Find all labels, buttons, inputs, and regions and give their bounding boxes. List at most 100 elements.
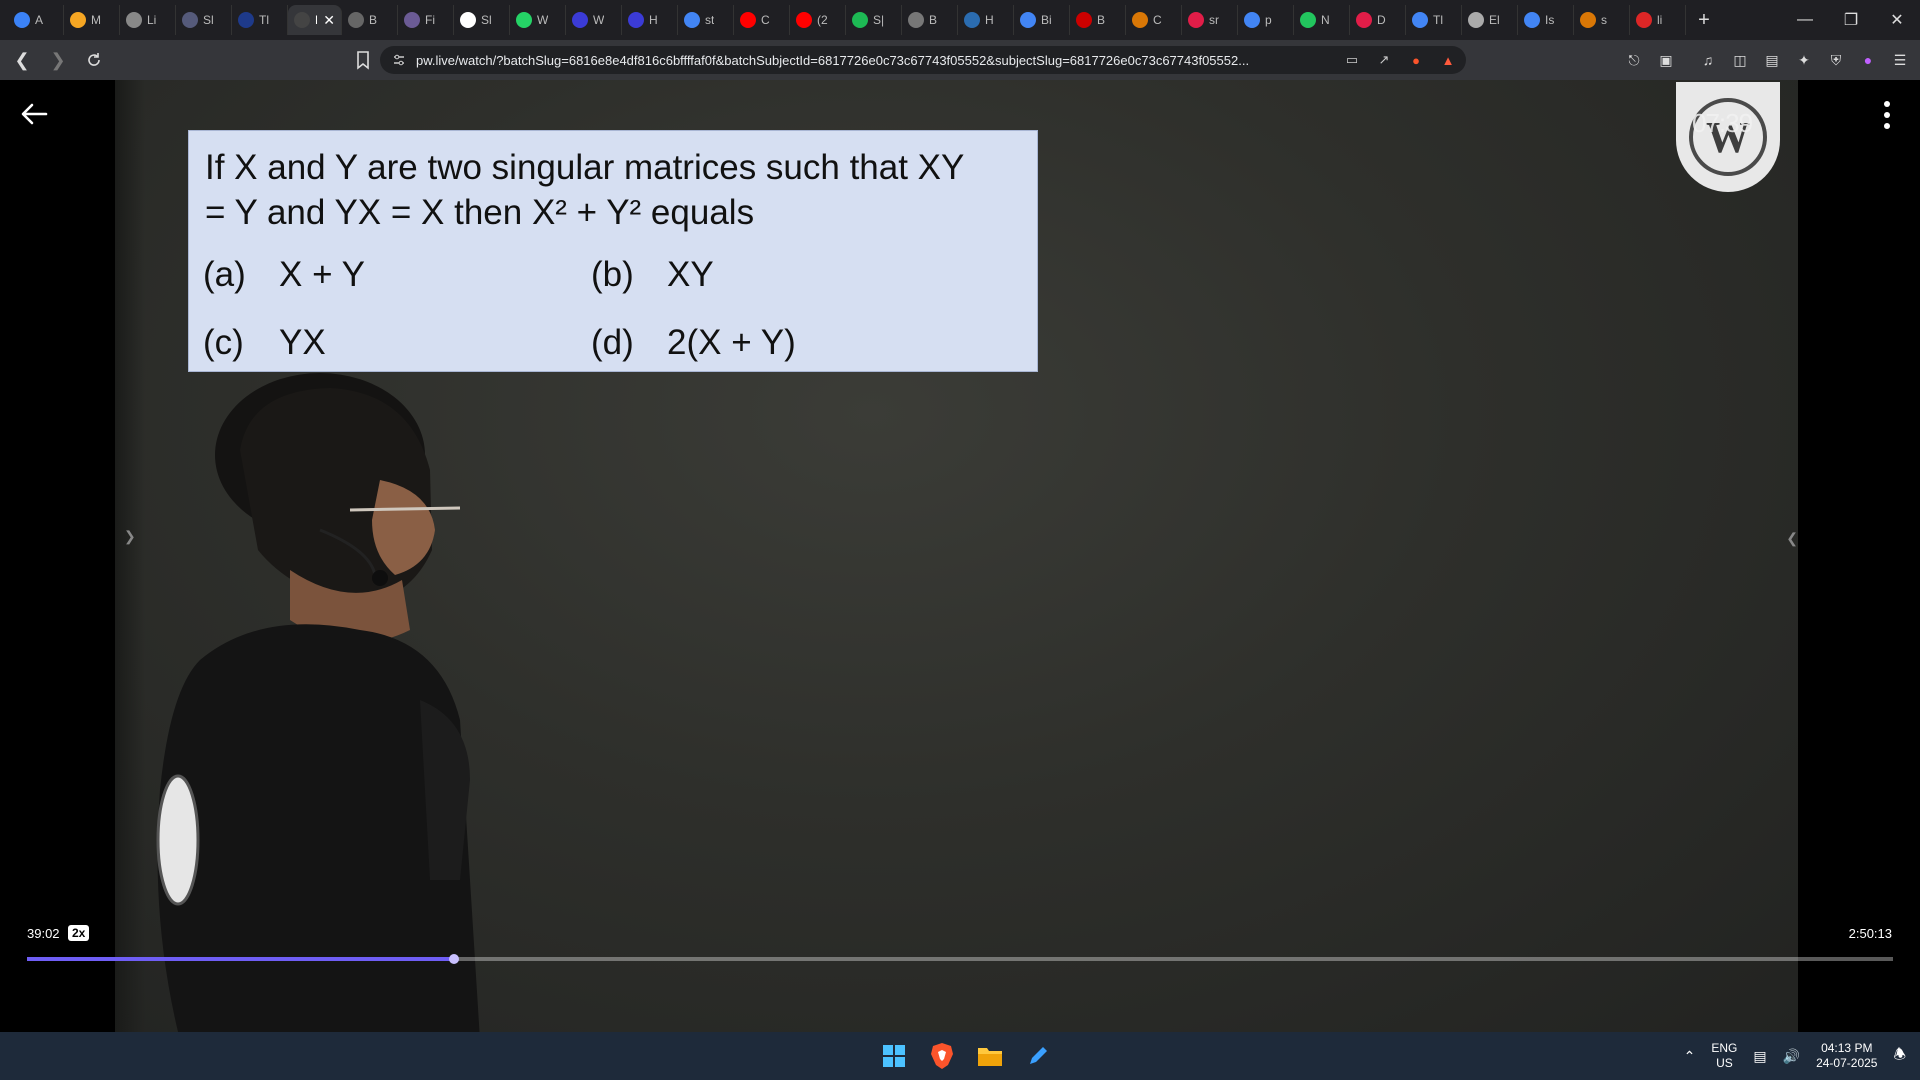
tab-favicon-icon [628,12,644,28]
tab-title: B [1097,13,1106,27]
browser-tab[interactable]: B [342,5,398,35]
brave-shield-icon[interactable]: ● [1406,50,1426,70]
browser-tab[interactable]: W [566,5,622,35]
browser-tab[interactable]: li [1630,5,1686,35]
window-controls: — ❐ ✕ [1782,0,1920,40]
browser-tab[interactable]: H [958,5,1014,35]
browser-tab[interactable]: s [1574,5,1630,35]
teacher-figure [156,373,480,1032]
network-icon[interactable]: ▤ [1753,1048,1766,1065]
option-label: (d) [591,323,634,362]
tab-favicon-icon [1188,12,1204,28]
screenshot-icon[interactable]: ▣ [1656,50,1676,70]
media-icon[interactable]: ♫ [1698,50,1718,70]
tab-title: st [705,13,715,27]
tab-title: D [1377,13,1386,27]
minimize-button[interactable]: — [1782,0,1828,40]
browser-toolbar: ❮ ❯ pw.live/watch/?batchSlug=6816e8e4df8… [0,40,1920,80]
browser-tab[interactable]: D [1350,5,1406,35]
browser-tab[interactable]: H [622,5,678,35]
file-explorer-icon[interactable] [970,1038,1010,1074]
browser-tab[interactable]: W [510,5,566,35]
browser-tab[interactable]: S| [846,5,902,35]
wallet-icon[interactable]: ▤ [1762,50,1782,70]
browser-tab[interactable]: Tl [232,5,288,35]
tab-title: C [1153,13,1162,27]
tab-favicon-icon [572,12,588,28]
tab-favicon-icon [294,12,310,28]
leo-ai-icon[interactable]: ✦ [1794,50,1814,70]
forward-nav-icon[interactable]: ❯ [44,46,72,74]
browser-tab[interactable]: Li [120,5,176,35]
region-code: US [1716,1056,1733,1070]
tab-title: (2 [817,13,828,27]
site-settings-icon[interactable] [392,53,406,67]
browser-tab[interactable]: B [1070,5,1126,35]
browser-tab[interactable]: Sl [454,5,510,35]
speaker-icon[interactable]: 🔊 [1783,1048,1800,1065]
browser-tab[interactable]: B [902,5,958,35]
browser-tab[interactable]: Tl [1406,5,1462,35]
browser-tab[interactable]: Fi [398,5,454,35]
back-nav-icon[interactable]: ❮ [8,46,36,74]
menu-icon[interactable]: ☰ [1890,50,1910,70]
sidebar-icon[interactable]: ◫ [1730,50,1750,70]
system-clock[interactable]: 04:13 PM 24-07-2025 [1816,1041,1877,1071]
language-indicator[interactable]: ENG US [1711,1041,1737,1071]
duration: 2:50:13 [1848,926,1892,941]
browser-tab[interactable]: Bi [1014,5,1070,35]
browser-tab[interactable]: Sl [176,5,232,35]
browser-tab[interactable]: El [1462,5,1518,35]
browser-tab[interactable]: sr [1182,5,1238,35]
browser-tab[interactable]: C [1126,5,1182,35]
tab-title: B [929,13,938,27]
close-window-button[interactable]: ✕ [1874,0,1920,40]
tab-favicon-icon [126,12,142,28]
extensions-icon[interactable]: ⎋ [1624,50,1644,70]
browser-tab[interactable]: (2 [790,5,846,35]
tab-close-icon[interactable]: ✕ [323,12,335,29]
back-arrow-icon[interactable] [18,98,50,130]
tab-favicon-icon [238,12,254,28]
tab-title: S| [873,13,885,27]
tab-favicon-icon [1580,12,1596,28]
bookmark-icon[interactable] [352,48,374,72]
show-hidden-icons[interactable]: ⌃ [1684,1048,1696,1065]
vpn-icon[interactable]: ⛨ [1826,50,1846,70]
playback-speed-badge[interactable]: 2x [68,925,90,941]
tab-title: W [593,13,605,27]
tab-title: Tl [1433,13,1443,27]
video-player[interactable]: ❯ ❮ W 07:39 If X and Y are two singular … [0,80,1920,1032]
browser-tab[interactable]: A [8,5,64,35]
browser-tab[interactable]: M [64,5,120,35]
more-options-icon[interactable] [1882,100,1892,130]
windows-start-icon[interactable] [874,1038,914,1074]
address-bar[interactable]: pw.live/watch/?batchSlug=6816e8e4df816c6… [380,46,1466,74]
share-icon[interactable]: ↗ [1374,50,1394,70]
brave-browser-icon[interactable] [922,1038,962,1074]
profile-icon[interactable]: ● [1858,50,1878,70]
tab-favicon-icon [70,12,86,28]
browser-tab[interactable]: N [1294,5,1350,35]
brave-rewards-icon[interactable]: ▲ [1438,50,1458,70]
tab-favicon-icon [1020,12,1036,28]
browser-tab[interactable]: p [1238,5,1294,35]
tab-favicon-icon [1412,12,1428,28]
new-tab-button[interactable]: + [1686,5,1722,35]
tab-title: H [985,13,994,27]
browser-tab[interactable]: C [734,5,790,35]
restore-button[interactable]: ❐ [1828,0,1874,40]
progress-fill [27,957,455,961]
browser-tab[interactable]: Is [1518,5,1574,35]
tab-title: A [35,13,44,27]
pen-app-icon[interactable] [1018,1038,1058,1074]
right-chevron-icon: ❮ [1786,530,1798,546]
tab-title: B [369,13,378,27]
browser-tab[interactable]: P✕ [288,5,342,35]
browser-tab[interactable]: st [678,5,734,35]
reload-icon[interactable] [80,46,108,74]
notification-bell-icon[interactable]: 🕭 [1893,1044,1906,1068]
cast-icon[interactable]: ▭ [1342,50,1362,70]
option-a: (a) X + Y [203,255,365,295]
progress-bar[interactable] [27,954,1893,964]
